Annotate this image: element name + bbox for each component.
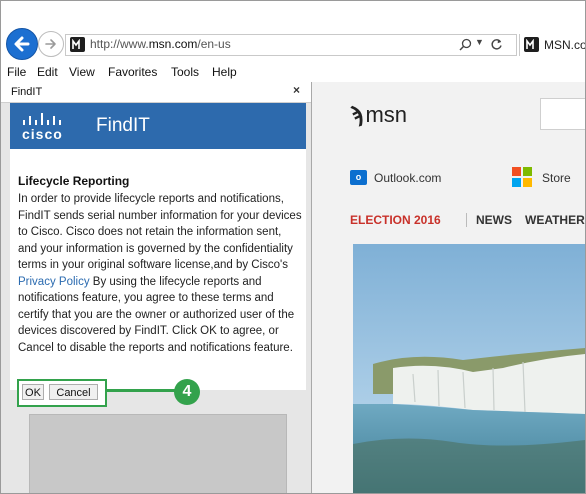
refresh-icon[interactable] [490, 38, 503, 51]
sidebar-header: FindIT × [1, 82, 311, 103]
butterfly-icon: ϡ [350, 102, 364, 127]
menu-file[interactable]: File [7, 65, 26, 79]
tab-title: MSN.com [544, 38, 585, 52]
nav-weather[interactable]: WEATHER [525, 213, 585, 227]
msn-favicon-icon [524, 37, 539, 52]
menu-tools[interactable]: Tools [171, 65, 199, 79]
step-callout: 4 [174, 379, 200, 405]
arrow-left-icon [14, 36, 30, 52]
outlook-icon[interactable]: o [350, 170, 367, 185]
hero-image[interactable] [353, 244, 585, 493]
menu-edit[interactable]: Edit [37, 65, 58, 79]
cisco-logo-icon [23, 113, 61, 125]
address-input[interactable]: http://www.msn.com/en-us ▼ [65, 34, 517, 56]
msn-search-input[interactable] [540, 98, 585, 130]
privacy-policy-link[interactable]: Privacy Policy [18, 276, 90, 288]
findit-sidebar: FindIT × cisco FindIT Lifecycle Reportin… [1, 82, 312, 493]
msn-nav: ELECTION 2016 NEWS WEATHER [350, 213, 585, 229]
cisco-wordmark: cisco [22, 126, 63, 142]
store-icon[interactable] [512, 167, 532, 187]
menu-bar: File Edit View Favorites Tools Help [1, 62, 585, 82]
search-icon[interactable] [459, 38, 472, 51]
lifecycle-content: Lifecycle Reporting In order to provide … [10, 149, 306, 390]
outlook-link[interactable]: Outlook.com [374, 171, 441, 185]
product-name: FindIT [96, 115, 150, 136]
menu-favorites[interactable]: Favorites [108, 65, 157, 79]
forward-button[interactable] [38, 31, 64, 57]
nav-divider [466, 213, 467, 227]
cisco-header: cisco FindIT [10, 103, 306, 149]
url-text: http://www.msn.com/en-us [90, 37, 231, 51]
nav-news[interactable]: NEWS [476, 213, 512, 227]
nav-election[interactable]: ELECTION 2016 [350, 213, 441, 227]
sidebar-title: FindIT [11, 86, 43, 98]
address-bar-row: http://www.msn.com/en-us ▼ MSN.com [1, 1, 585, 61]
store-link[interactable]: Store [542, 171, 571, 185]
msn-favicon-icon [70, 37, 85, 52]
menu-help[interactable]: Help [212, 65, 237, 79]
msn-logo[interactable]: ϡmsn [350, 102, 407, 128]
cancel-button[interactable]: Cancel [49, 384, 98, 400]
browser-window: http://www.msn.com/en-us ▼ MSN.com File … [0, 0, 586, 494]
lifecycle-text: In order to provide lifecycle reports an… [18, 193, 302, 354]
msn-page: ϡmsn o Outlook.com Store ELECTION 2016 N… [312, 82, 585, 493]
lifecycle-heading: Lifecycle Reporting [18, 174, 130, 188]
arrow-right-icon [45, 39, 56, 49]
browser-tab[interactable]: MSN.com [519, 34, 585, 56]
callout-line [105, 389, 175, 392]
button-highlight: OK Cancel [17, 379, 107, 407]
ok-button[interactable]: OK [22, 384, 44, 400]
back-button[interactable] [6, 28, 38, 60]
chevron-down-icon[interactable]: ▼ [475, 37, 484, 47]
close-icon[interactable]: × [293, 83, 300, 97]
sidebar-inner-panel [29, 414, 287, 493]
menu-view[interactable]: View [69, 65, 95, 79]
